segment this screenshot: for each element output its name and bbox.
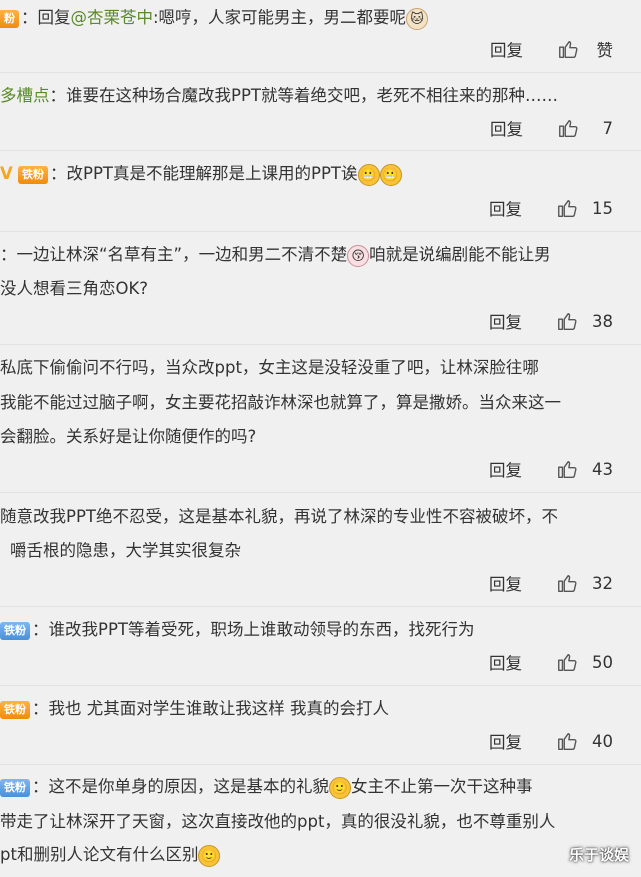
grin-emoji-icon: 😬 bbox=[357, 163, 380, 186]
divider bbox=[0, 764, 641, 765]
divider bbox=[0, 150, 641, 151]
face-emoji-icon: 😚 bbox=[347, 244, 370, 267]
fan-badge: 粉 bbox=[0, 9, 19, 28]
comment-8-actions: 回复 40 bbox=[489, 728, 613, 754]
like-count: 43 bbox=[592, 459, 613, 479]
fan-badge: 铁粉 bbox=[0, 700, 30, 719]
comment-4-line-2: 没人想看三角恋OK? bbox=[0, 279, 149, 298]
reply-button[interactable]: 回复 bbox=[489, 571, 522, 595]
divider bbox=[0, 72, 641, 73]
thumbs-up-icon[interactable] bbox=[556, 572, 578, 594]
fan-badge: 铁粉 bbox=[18, 165, 49, 184]
thumbs-up-icon[interactable] bbox=[556, 197, 578, 219]
like-count: 40 bbox=[592, 731, 613, 751]
reply-button[interactable]: 回复 bbox=[489, 457, 522, 481]
comment-6-line-2: 嚼舌根的隐患，大学其实很复杂 bbox=[10, 541, 241, 560]
like-count: 32 bbox=[592, 573, 613, 593]
thumbs-up-icon[interactable] bbox=[556, 310, 578, 332]
like-count: 38 bbox=[592, 311, 613, 331]
reply-button[interactable]: 回复 bbox=[489, 196, 522, 220]
comment-1-actions: 回复 赞 bbox=[490, 36, 613, 62]
mention-link[interactable]: @杏栗苍中 bbox=[71, 8, 154, 27]
comment-9-line-2: 带走了让林深开了天窗，这次直接改他的ppt，真的很没礼貌，也不尊重别人 bbox=[0, 812, 556, 831]
thumbs-up-icon[interactable] bbox=[556, 458, 578, 480]
comment-4-line-1: ：一边让林深“名草有主”，一边和男二不清不楚 😚 咱就是说编剧能不能让男 bbox=[0, 243, 551, 267]
comment-2-text: 多槽点：谁要在这种场合魔改我PPT就等着绝交吧，老死不相往来的那种…… bbox=[0, 86, 558, 105]
fan-badge: 铁粉 bbox=[0, 778, 30, 797]
reply-button[interactable]: 回复 bbox=[490, 37, 523, 61]
divider bbox=[0, 606, 641, 607]
divider bbox=[0, 231, 641, 232]
grin-emoji-icon: 😬 bbox=[379, 163, 402, 186]
cat-emoji-icon: 🐱 bbox=[406, 7, 429, 30]
username-link[interactable]: 多槽点 bbox=[0, 86, 50, 105]
comment-5-line-1: 私底下偷偷问不行吗，当众改ppt，女主这是没轻没重了吧，让林深脸往哪 bbox=[0, 358, 539, 377]
comment-6-actions: 回复 32 bbox=[489, 570, 613, 596]
comment-5-line-3: 会翻脸。关系好是让你随便作的吗? bbox=[0, 427, 257, 446]
comment-8-text: 铁粉 ：我也 尤其面对学生谁敢让我这样 我真的会打人 bbox=[0, 697, 389, 721]
comment-5-line-2: 我能不能过过脑子啊，女主要花招敲诈林深也就算了，算是撒娇。当众来这一 bbox=[0, 393, 561, 412]
comment-2-actions: 回复 7 bbox=[490, 115, 613, 141]
reply-button[interactable]: 回复 bbox=[489, 650, 522, 674]
thumbs-up-icon[interactable] bbox=[556, 730, 578, 752]
comment-1-text: 粉：回复@杏栗苍中:嗯哼，人家可能男主，男二都要呢 🐱 bbox=[0, 6, 429, 30]
smile-emoji-icon: 🙂 bbox=[198, 844, 221, 867]
like-count: 50 bbox=[592, 652, 613, 672]
comment-3-actions: 回复 15 bbox=[489, 195, 613, 221]
comment-6-line-1: 随意改我PPT绝不忍受，这是基本礼貌，再说了林深的专业性不容被破坏，不 bbox=[0, 507, 558, 526]
comment-9-line-1: 铁粉 ：这不是你单身的原因，这是基本的礼貌 🙂 女主不止第一次干这种事 bbox=[0, 775, 533, 799]
like-count: 赞 bbox=[596, 41, 614, 60]
thumbs-up-icon[interactable] bbox=[556, 651, 578, 673]
comment-7-actions: 回复 50 bbox=[489, 649, 613, 675]
divider bbox=[0, 685, 641, 686]
thumbs-up-icon[interactable] bbox=[557, 38, 579, 60]
comment-9-line-3: pt和删别人论文有什么区别 🙂 bbox=[0, 843, 221, 867]
comment-7-text: 铁粉 ：谁改我PPT等着受死，职场上谁敢动领导的东西，找死行为 bbox=[0, 618, 474, 642]
v-verified-icon: V bbox=[0, 164, 13, 183]
comment-4-actions: 回复 38 bbox=[489, 308, 613, 334]
divider bbox=[0, 344, 641, 345]
like-count: 15 bbox=[592, 198, 613, 218]
divider bbox=[0, 492, 641, 493]
fan-badge: 铁粉 bbox=[0, 621, 30, 640]
thumbs-up-icon[interactable] bbox=[557, 117, 579, 139]
watermark: 乐于谈娱 bbox=[568, 846, 629, 864]
like-count: 7 bbox=[602, 118, 614, 138]
reply-button[interactable]: 回复 bbox=[489, 729, 522, 753]
comment-3-text: V 铁粉 ：改PPT真是不能理解那是上课用的PPT诶 😬 😬 bbox=[0, 162, 402, 186]
comment-5-actions: 回复 43 bbox=[489, 456, 613, 482]
smile-emoji-icon: 🙂 bbox=[329, 776, 351, 799]
reply-button[interactable]: 回复 bbox=[490, 116, 523, 140]
reply-button[interactable]: 回复 bbox=[489, 309, 522, 333]
